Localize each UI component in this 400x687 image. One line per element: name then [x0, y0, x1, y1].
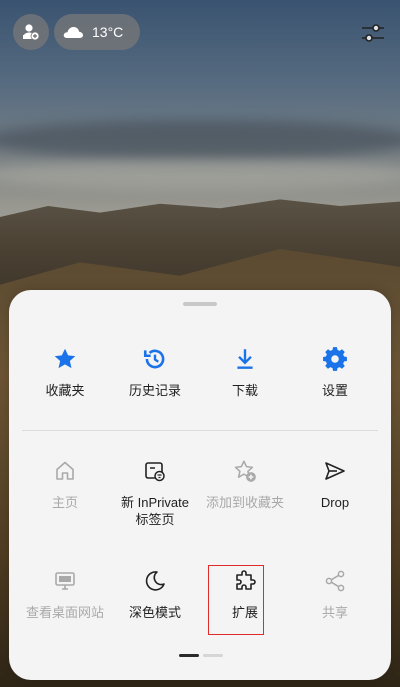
page-dot-active[interactable]: [179, 654, 199, 657]
menu-item-downloads[interactable]: 下载: [200, 336, 290, 424]
menu-item-label: 下载: [231, 383, 258, 398]
menu-item-label: 查看桌面网站: [25, 605, 104, 620]
menu-item-label: 添加到收藏夹: [205, 495, 284, 510]
menu-row-primary: 收藏夹 历史记录 下载 设置: [20, 336, 380, 424]
menu-item-label: Drop: [320, 495, 350, 510]
menu-item-label: 收藏夹: [45, 383, 85, 398]
home-icon: [50, 456, 80, 486]
highlight-box: [208, 565, 264, 635]
menu-item-inprivate[interactable]: 新 InPrivate 标签页: [110, 448, 200, 536]
menu-item-label: 共享: [321, 605, 348, 620]
history-icon: [140, 344, 170, 374]
star-icon: [50, 344, 80, 374]
weather-widget[interactable]: 13°C: [54, 14, 140, 50]
drag-handle[interactable]: [183, 302, 217, 306]
avatar-button[interactable]: [13, 14, 49, 50]
menu-item-label: 历史记录: [128, 383, 181, 398]
menu-item-add-favorite[interactable]: 添加到收藏夹: [200, 448, 290, 536]
menu-item-label: 设置: [321, 383, 348, 398]
page-dot[interactable]: [203, 654, 223, 657]
sliders-icon: [362, 24, 384, 42]
menu-item-history[interactable]: 历史记录: [110, 336, 200, 424]
top-bar: 13°C: [0, 0, 400, 64]
menu-row-tertiary: 查看桌面网站 深色模式 扩展 共享: [20, 558, 380, 646]
temperature-label: 13°C: [92, 24, 124, 40]
menu-item-label: 新 InPrivate 标签页: [121, 495, 189, 527]
person-add-icon: [23, 24, 40, 41]
share-icon: [320, 566, 350, 596]
cloud-band: [0, 120, 400, 160]
moon-icon: [140, 566, 170, 596]
inprivate-tab-icon: [140, 456, 170, 486]
menu-item-settings[interactable]: 设置: [290, 336, 380, 424]
menu-item-desktop-site[interactable]: 查看桌面网站: [20, 558, 110, 646]
menu-divider: [22, 430, 378, 431]
send-icon: [320, 456, 350, 486]
add-favorite-icon: [230, 456, 260, 486]
menu-row-secondary: 主页 新 InPrivate 标签页 添加到收藏夹 Drop: [20, 448, 380, 536]
page-indicator: [179, 654, 223, 657]
download-icon: [230, 344, 260, 374]
cloud-band: [0, 160, 400, 190]
sliders-button[interactable]: [360, 20, 386, 46]
menu-item-label: 深色模式: [128, 605, 181, 620]
menu-item-label: 主页: [51, 495, 78, 510]
menu-item-extensions[interactable]: 扩展: [200, 558, 290, 646]
desktop-icon: [50, 566, 80, 596]
menu-bottom-sheet: 收藏夹 历史记录 下载 设置 主页 新 InPrivate 标签页 添加到收藏夹…: [9, 290, 391, 680]
menu-item-dark-mode[interactable]: 深色模式: [110, 558, 200, 646]
menu-item-favorites[interactable]: 收藏夹: [20, 336, 110, 424]
menu-item-home[interactable]: 主页: [20, 448, 110, 536]
cloud-icon: [62, 24, 84, 40]
menu-item-drop[interactable]: Drop: [290, 448, 380, 536]
gear-icon: [320, 344, 350, 374]
menu-item-share[interactable]: 共享: [290, 558, 380, 646]
